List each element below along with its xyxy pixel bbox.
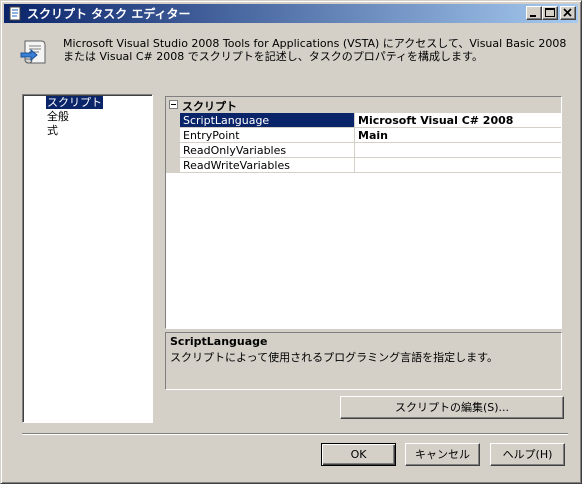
property-name: ReadWriteVariables	[183, 159, 290, 172]
minimize-icon	[530, 15, 536, 17]
edit-script-button[interactable]: スクリプトの編集(S)...	[340, 396, 564, 419]
nav-item-script[interactable]: スクリプト	[46, 96, 103, 109]
maximize-button[interactable]	[542, 6, 558, 20]
property-grid: スクリプト ScriptLanguage Microsoft Visual C#…	[165, 96, 562, 329]
help-button[interactable]: ヘルプ(H)	[490, 443, 565, 466]
property-category[interactable]: スクリプト	[166, 97, 561, 113]
close-icon	[563, 8, 572, 17]
property-row-entry-point[interactable]: EntryPoint Main	[180, 128, 561, 143]
maximize-icon	[545, 8, 555, 17]
window-title: スクリプト タスク エディター	[27, 7, 191, 21]
nav-item-expressions[interactable]: 式	[46, 124, 59, 137]
category-label: スクリプト	[182, 100, 237, 113]
header-description: Microsoft Visual Studio 2008 Tools for A…	[63, 37, 567, 63]
separator	[22, 433, 568, 435]
property-row-script-language[interactable]: ScriptLanguage Microsoft Visual C# 2008	[180, 113, 561, 128]
title-bar[interactable]: スクリプト タスク エディター	[4, 4, 578, 23]
property-row-read-write-variables[interactable]: ReadWriteVariables	[180, 158, 561, 173]
script-scroll-icon	[19, 37, 51, 69]
minimize-button[interactable]	[526, 6, 542, 20]
column-divider[interactable]	[354, 158, 355, 173]
header-panel: Microsoft Visual Studio 2008 Tools for A…	[1, 25, 581, 77]
property-value[interactable]: Microsoft Visual C# 2008	[358, 114, 513, 127]
script-task-editor-window: スクリプト タスク エディター Microsoft Visual Studio …	[0, 0, 582, 484]
column-divider[interactable]	[354, 113, 355, 128]
property-name: EntryPoint	[183, 129, 240, 142]
script-task-app-icon	[7, 6, 23, 22]
cancel-button[interactable]: キャンセル	[405, 443, 480, 466]
ok-button[interactable]: OK	[321, 443, 396, 466]
nav-item-general[interactable]: 全般	[46, 110, 70, 123]
column-divider[interactable]	[354, 128, 355, 143]
property-name: ScriptLanguage	[180, 113, 354, 127]
column-divider[interactable]	[354, 143, 355, 158]
page-nav-list: スクリプト 全般 式	[22, 94, 153, 423]
property-description-panel: ScriptLanguage スクリプトによって使用されるプログラミング言語を指…	[165, 332, 562, 390]
grid-gutter	[166, 113, 180, 173]
close-button[interactable]	[560, 6, 576, 20]
property-row-read-only-variables[interactable]: ReadOnlyVariables	[180, 143, 561, 158]
description-title: ScriptLanguage	[170, 335, 268, 348]
description-text: スクリプトによって使用されるプログラミング言語を指定します。	[170, 351, 499, 364]
collapse-icon[interactable]	[169, 100, 178, 109]
property-value[interactable]: Main	[358, 129, 388, 142]
property-name: ReadOnlyVariables	[183, 144, 287, 157]
